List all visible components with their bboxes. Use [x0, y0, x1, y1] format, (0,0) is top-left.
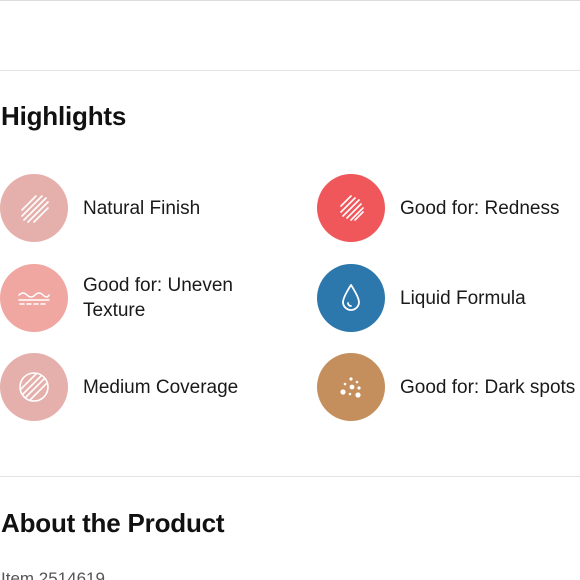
liquid-drop-icon [317, 264, 385, 332]
dark-spots-icon [317, 353, 385, 421]
highlight-label: Medium Coverage [83, 376, 239, 398]
highlight-label: Good for: Redness [400, 197, 560, 219]
highlight-item: Liquid Formula [317, 264, 580, 332]
highlight-item: Good for: Dark spots [317, 353, 580, 421]
highlight-item: Natural Finish [0, 174, 290, 242]
highlight-label: Liquid Formula [400, 287, 526, 309]
uneven-texture-icon [0, 264, 68, 332]
natural-finish-icon [0, 174, 68, 242]
section-divider [0, 476, 580, 477]
highlight-item: Good for: Uneven Texture [0, 264, 290, 332]
product-detail-page: Highlights Natural Finish Good for: Redn… [0, 0, 580, 580]
top-divider [0, 0, 580, 1]
highlight-item: Medium Coverage [0, 353, 290, 421]
highlight-label: Natural Finish [83, 197, 201, 219]
medium-coverage-icon [0, 353, 68, 421]
highlights-heading: Highlights [1, 101, 127, 131]
redness-icon [317, 174, 385, 242]
highlight-item: Good for: Redness [317, 174, 580, 242]
highlight-label: Good for: Uneven Texture [83, 275, 233, 321]
item-number: Item 2514619 [1, 569, 105, 580]
about-heading: About the Product [1, 508, 225, 538]
highlight-label: Good for: Dark spots [400, 376, 576, 398]
section-divider [0, 70, 580, 71]
